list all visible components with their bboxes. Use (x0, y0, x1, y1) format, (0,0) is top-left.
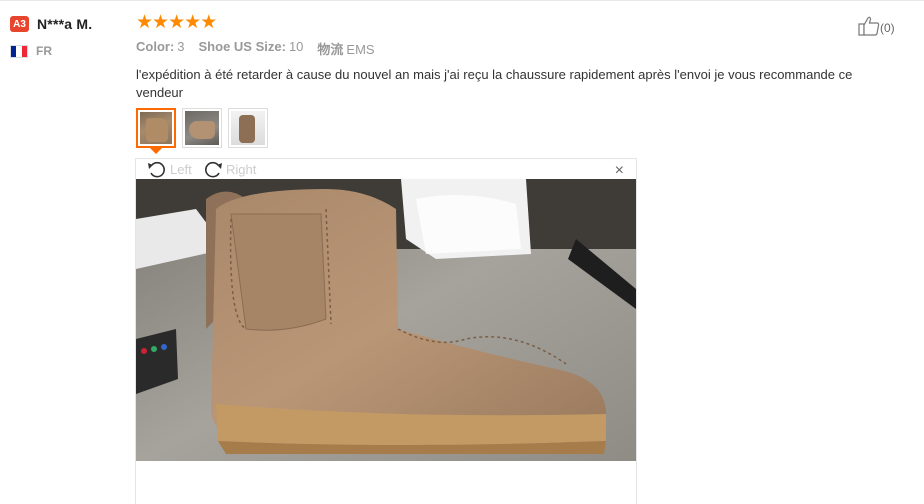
star-icon: ★ (136, 12, 154, 33)
review-text: l'expédition à été retarder à cause du n… (136, 67, 853, 100)
star-rating: ★ ★ ★ ★ ★ (136, 12, 876, 33)
rotate-right-button[interactable]: Right (202, 160, 256, 178)
attribute-key: 物流 (317, 42, 344, 57)
attribute-value: 3 (177, 39, 185, 54)
attribute-value: EMS (346, 42, 375, 57)
photo-thumbnail-2[interactable] (182, 108, 222, 148)
reviewer-name: N***a M. (37, 16, 93, 32)
attribute-size: Shoe US Size: 10 (199, 39, 304, 58)
level-badge: A3 (10, 16, 29, 32)
rotate-left-label: Left (170, 161, 192, 177)
rotate-right-icon (205, 161, 222, 178)
photo-thumbnail-1[interactable] (136, 108, 176, 148)
rotate-left-button[interactable]: Left (146, 160, 192, 178)
helpful-button[interactable]: (0) (858, 16, 895, 39)
reviewer-info: A3 N***a M. FR (10, 14, 130, 58)
flag-stripe-red (21, 45, 27, 57)
attribute-key: Shoe US Size: (198, 39, 286, 54)
top-divider (0, 0, 924, 1)
photo-thumbnail-3[interactable] (228, 108, 268, 148)
reviewer-row: A3 N***a M. (10, 14, 130, 34)
attribute-value: 10 (288, 39, 304, 54)
rotate-left-icon (148, 161, 165, 178)
attribute-color: Color: 3 (136, 39, 185, 58)
close-icon[interactable]: × (615, 163, 624, 179)
star-icon: ★ (168, 12, 186, 33)
attribute-key: Color: (136, 39, 175, 54)
helpful-count: (0) (880, 20, 895, 35)
review-photo (136, 179, 636, 461)
attribute-shipping: 物流 EMS (317, 39, 374, 58)
country-code: FR (36, 44, 52, 58)
rotate-right-label: Right (226, 161, 257, 177)
photo-viewer: Left Right × (135, 158, 637, 504)
order-attributes: Color: 3 Shoe US Size: 10 物流 EMS (136, 39, 876, 58)
country-row: FR (10, 44, 130, 58)
france-flag-icon (10, 44, 28, 58)
photo-thumbnails (136, 108, 274, 148)
star-icon: ★ (200, 12, 218, 33)
star-icon: ★ (152, 12, 170, 33)
active-thumbnail-pointer (150, 148, 162, 154)
review-body: ★ ★ ★ ★ ★ Color: 3 Shoe US Size: 10 物流 EMS l'ex… (136, 12, 876, 102)
thumbs-up-icon (858, 16, 880, 39)
star-icon: ★ (184, 12, 202, 33)
